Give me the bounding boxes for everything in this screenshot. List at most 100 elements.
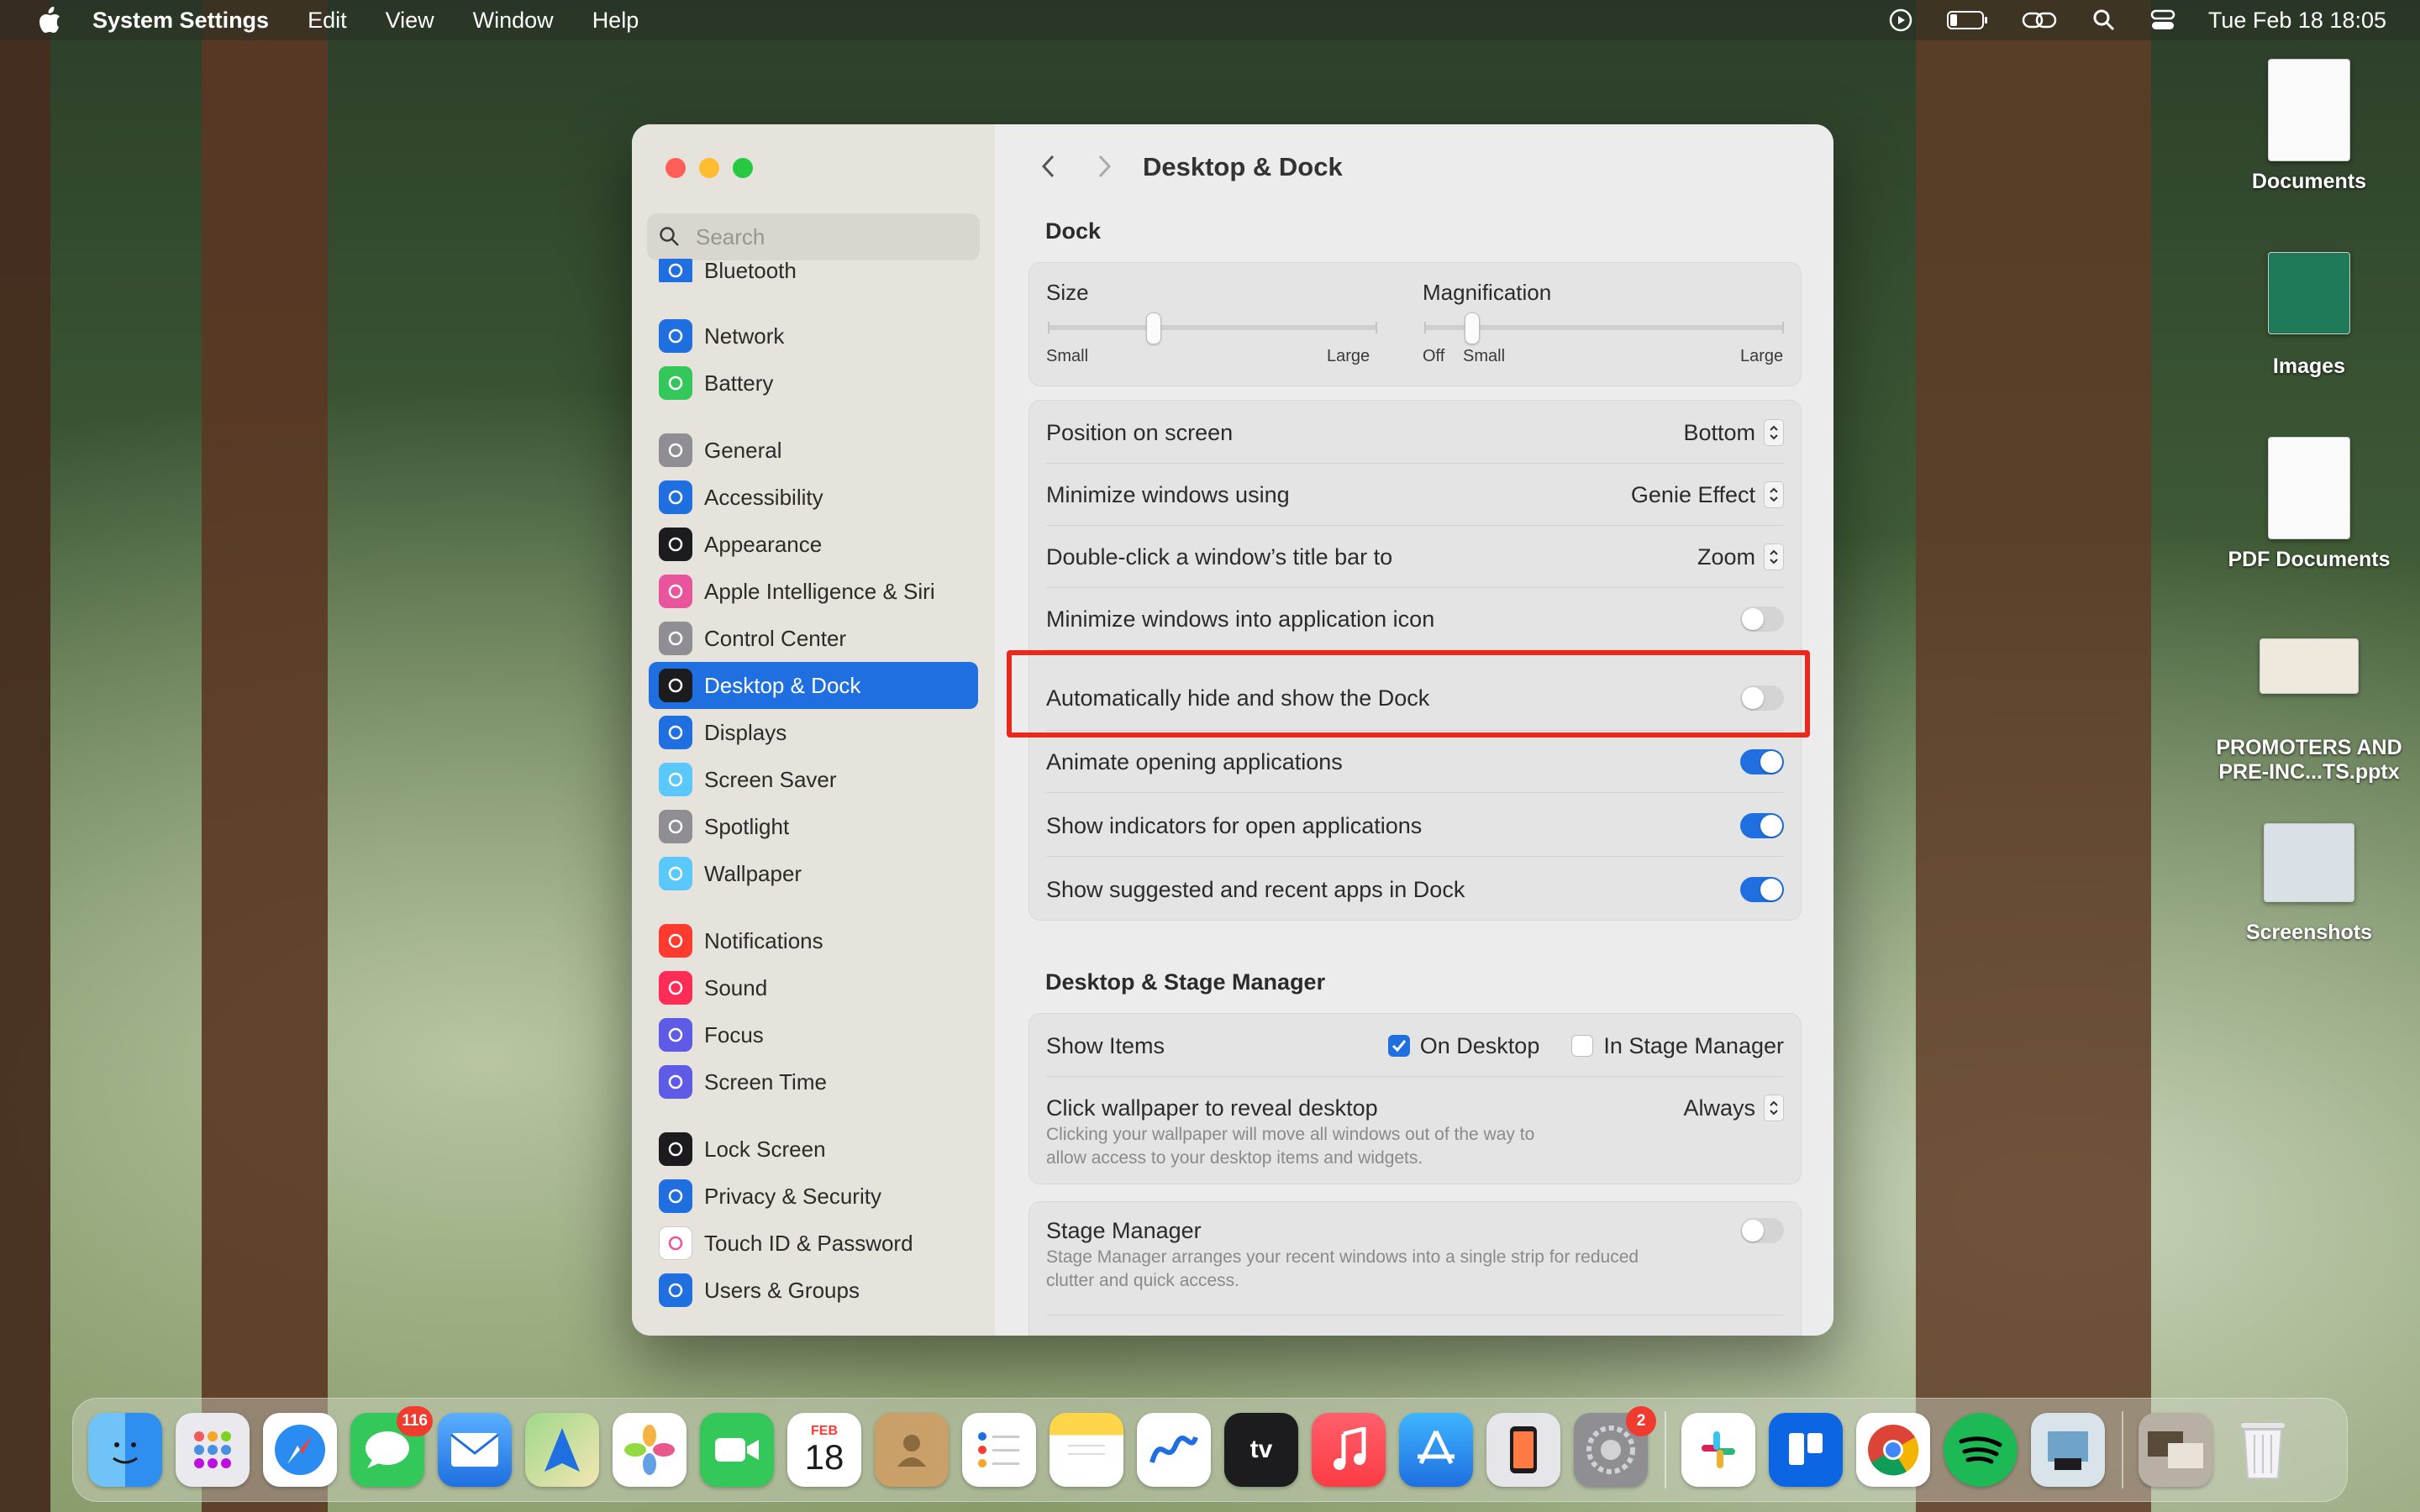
system-settings-icon[interactable]: 2 bbox=[1574, 1413, 1648, 1487]
sidebar-item-battery[interactable]: Battery bbox=[649, 360, 978, 407]
double-click-value: Zoom bbox=[1697, 544, 1755, 570]
sidebar-item-sound[interactable]: Sound bbox=[649, 964, 978, 1011]
battery-status-icon[interactable] bbox=[1946, 7, 1990, 34]
minimize-label: Minimize windows using bbox=[1046, 482, 1290, 508]
sidebar-item-general[interactable]: General bbox=[649, 427, 978, 474]
sidebar-item-network[interactable]: Network bbox=[649, 312, 978, 360]
control-center-icon[interactable] bbox=[2149, 7, 2176, 34]
sidebar-item-appearance[interactable]: Appearance bbox=[649, 521, 978, 568]
sidebar-item-control-center[interactable]: Control Center bbox=[649, 615, 978, 662]
double-click-popup[interactable]: Zoom bbox=[1697, 543, 1784, 570]
menu-view[interactable]: View bbox=[386, 8, 434, 34]
sidebar-item-screen-time[interactable]: Screen Time bbox=[649, 1058, 978, 1105]
sidebar-item-focus[interactable]: Focus bbox=[649, 1011, 978, 1058]
menu-help[interactable]: Help bbox=[592, 8, 639, 34]
screen-mirroring-icon[interactable] bbox=[2022, 7, 2059, 34]
size-slider-thumb[interactable] bbox=[1146, 312, 1161, 344]
desktop-item-images[interactable]: Images bbox=[2217, 252, 2402, 379]
app-store-icon[interactable] bbox=[1399, 1413, 1473, 1487]
desktop-item-documents[interactable]: Documents bbox=[2217, 59, 2402, 194]
photos-icon[interactable] bbox=[613, 1413, 687, 1487]
close-window-button[interactable] bbox=[666, 158, 686, 178]
sidebar-item-displays[interactable]: Displays bbox=[649, 709, 978, 756]
zoom-window-button[interactable] bbox=[733, 158, 753, 178]
sidebar-item-apple-intelligence-siri[interactable]: Apple Intelligence & Siri bbox=[649, 568, 978, 615]
menu-window[interactable]: Window bbox=[473, 8, 554, 34]
click-wallpaper-value: Always bbox=[1683, 1095, 1755, 1121]
sidebar-item-desktop-dock[interactable]: Desktop & Dock bbox=[649, 662, 978, 709]
size-max-label: Large bbox=[1327, 347, 1370, 366]
sidebar-item-touch-id-password[interactable]: Touch ID & Password bbox=[649, 1220, 978, 1267]
slack-icon[interactable] bbox=[1681, 1413, 1755, 1487]
desktop-item-screenshots[interactable]: Screenshots bbox=[2217, 823, 2402, 945]
desktop-item-pdf-documents[interactable]: PDF Documents bbox=[2217, 437, 2402, 572]
music-icon[interactable] bbox=[1312, 1413, 1386, 1487]
in-stage-manager-label: In Stage Manager bbox=[1603, 1033, 1784, 1059]
speaker-icon bbox=[659, 971, 692, 1005]
sidebar-item-notifications[interactable]: Notifications bbox=[649, 917, 978, 964]
size-slider-track[interactable] bbox=[1048, 325, 1377, 330]
menu-app-name[interactable]: System Settings bbox=[92, 8, 269, 34]
preview-icon[interactable] bbox=[2031, 1413, 2105, 1487]
sidebar-item-wallpaper[interactable]: Wallpaper bbox=[649, 850, 978, 897]
mail-icon[interactable] bbox=[438, 1413, 512, 1487]
click-wallpaper-popup[interactable]: Always bbox=[1683, 1095, 1784, 1121]
trash-icon[interactable] bbox=[2226, 1413, 2300, 1487]
in-stage-manager-checkbox[interactable] bbox=[1571, 1035, 1593, 1057]
suggested-apps-toggle[interactable] bbox=[1740, 877, 1784, 902]
reminders-icon[interactable] bbox=[962, 1413, 1036, 1487]
menu-edit[interactable]: Edit bbox=[308, 8, 347, 34]
sidebar-item-screen-saver[interactable]: Screen Saver bbox=[649, 756, 978, 803]
finder-icon[interactable] bbox=[88, 1413, 162, 1487]
spotlight-search-icon[interactable] bbox=[2091, 7, 2118, 34]
position-popup[interactable]: Bottom bbox=[1683, 419, 1784, 446]
sidebar-item-lock-screen[interactable]: Lock Screen bbox=[649, 1126, 978, 1173]
sidebar-item-label: Privacy & Security bbox=[704, 1184, 881, 1210]
minimize-effect-popup[interactable]: Genie Effect bbox=[1631, 481, 1784, 508]
click-wallpaper-description: Clicking your wallpaper will move all wi… bbox=[1046, 1123, 1534, 1170]
play-status-icon[interactable] bbox=[1887, 7, 1914, 34]
autohide-toggle[interactable] bbox=[1740, 685, 1784, 711]
dock-separator bbox=[2122, 1411, 2123, 1488]
sidebar-item-accessibility[interactable]: Accessibility bbox=[649, 474, 978, 521]
safari-icon[interactable] bbox=[263, 1413, 337, 1487]
iphone-mirroring-icon[interactable] bbox=[1486, 1413, 1560, 1487]
sidebar-item-privacy-security[interactable]: Privacy & Security bbox=[649, 1173, 978, 1220]
minimize-window-button[interactable] bbox=[699, 158, 719, 178]
animate-toggle[interactable] bbox=[1740, 749, 1784, 774]
apple-tv-icon[interactable]: tv bbox=[1224, 1413, 1298, 1487]
sidebar-item-bluetooth[interactable]: Bluetooth bbox=[649, 259, 978, 282]
contacts-icon[interactable] bbox=[875, 1413, 949, 1487]
spotify-icon[interactable] bbox=[1944, 1413, 2018, 1487]
trello-icon[interactable] bbox=[1769, 1413, 1843, 1487]
notes-icon[interactable] bbox=[1050, 1413, 1123, 1487]
stage-manager-toggle[interactable] bbox=[1740, 1218, 1784, 1243]
size-min-label: Small bbox=[1046, 347, 1088, 366]
launchpad-icon[interactable] bbox=[176, 1413, 250, 1487]
indicators-toggle[interactable] bbox=[1740, 813, 1784, 838]
freeform-icon[interactable] bbox=[1137, 1413, 1211, 1487]
sidebar-item-label: Notifications bbox=[704, 928, 823, 954]
messages-icon[interactable]: 116 bbox=[350, 1413, 424, 1487]
magnification-slider-thumb[interactable] bbox=[1465, 312, 1480, 344]
on-desktop-checkbox[interactable] bbox=[1388, 1035, 1410, 1057]
desktop-item-pptx[interactable]: PROMOTERS AND PRE-INC...TS.pptx bbox=[2200, 638, 2418, 785]
search-field[interactable]: Search bbox=[647, 213, 980, 260]
row-divider bbox=[1046, 649, 1784, 650]
screen-saver-icon bbox=[659, 763, 692, 796]
apple-menu-icon[interactable] bbox=[34, 4, 66, 36]
calendar-icon[interactable]: FEB 18 bbox=[787, 1413, 861, 1487]
back-button[interactable] bbox=[1032, 150, 1065, 183]
sidebar-item-users-groups[interactable]: Users & Groups bbox=[649, 1267, 978, 1314]
maps-icon[interactable] bbox=[525, 1413, 599, 1487]
chrome-icon[interactable] bbox=[1856, 1413, 1930, 1487]
minimize-into-icon-toggle[interactable] bbox=[1740, 606, 1784, 632]
forward-button[interactable] bbox=[1087, 150, 1121, 183]
sidebar-item-spotlight[interactable]: Spotlight bbox=[649, 803, 978, 850]
menu-clock[interactable]: Tue Feb 18 18:05 bbox=[2208, 8, 2386, 34]
facetime-icon[interactable] bbox=[700, 1413, 774, 1487]
window-controls bbox=[666, 158, 753, 178]
downloads-stack-icon[interactable] bbox=[2139, 1413, 2212, 1487]
description-line: clutter and quick access. bbox=[1046, 1269, 1639, 1293]
accessibility-icon bbox=[659, 480, 692, 514]
